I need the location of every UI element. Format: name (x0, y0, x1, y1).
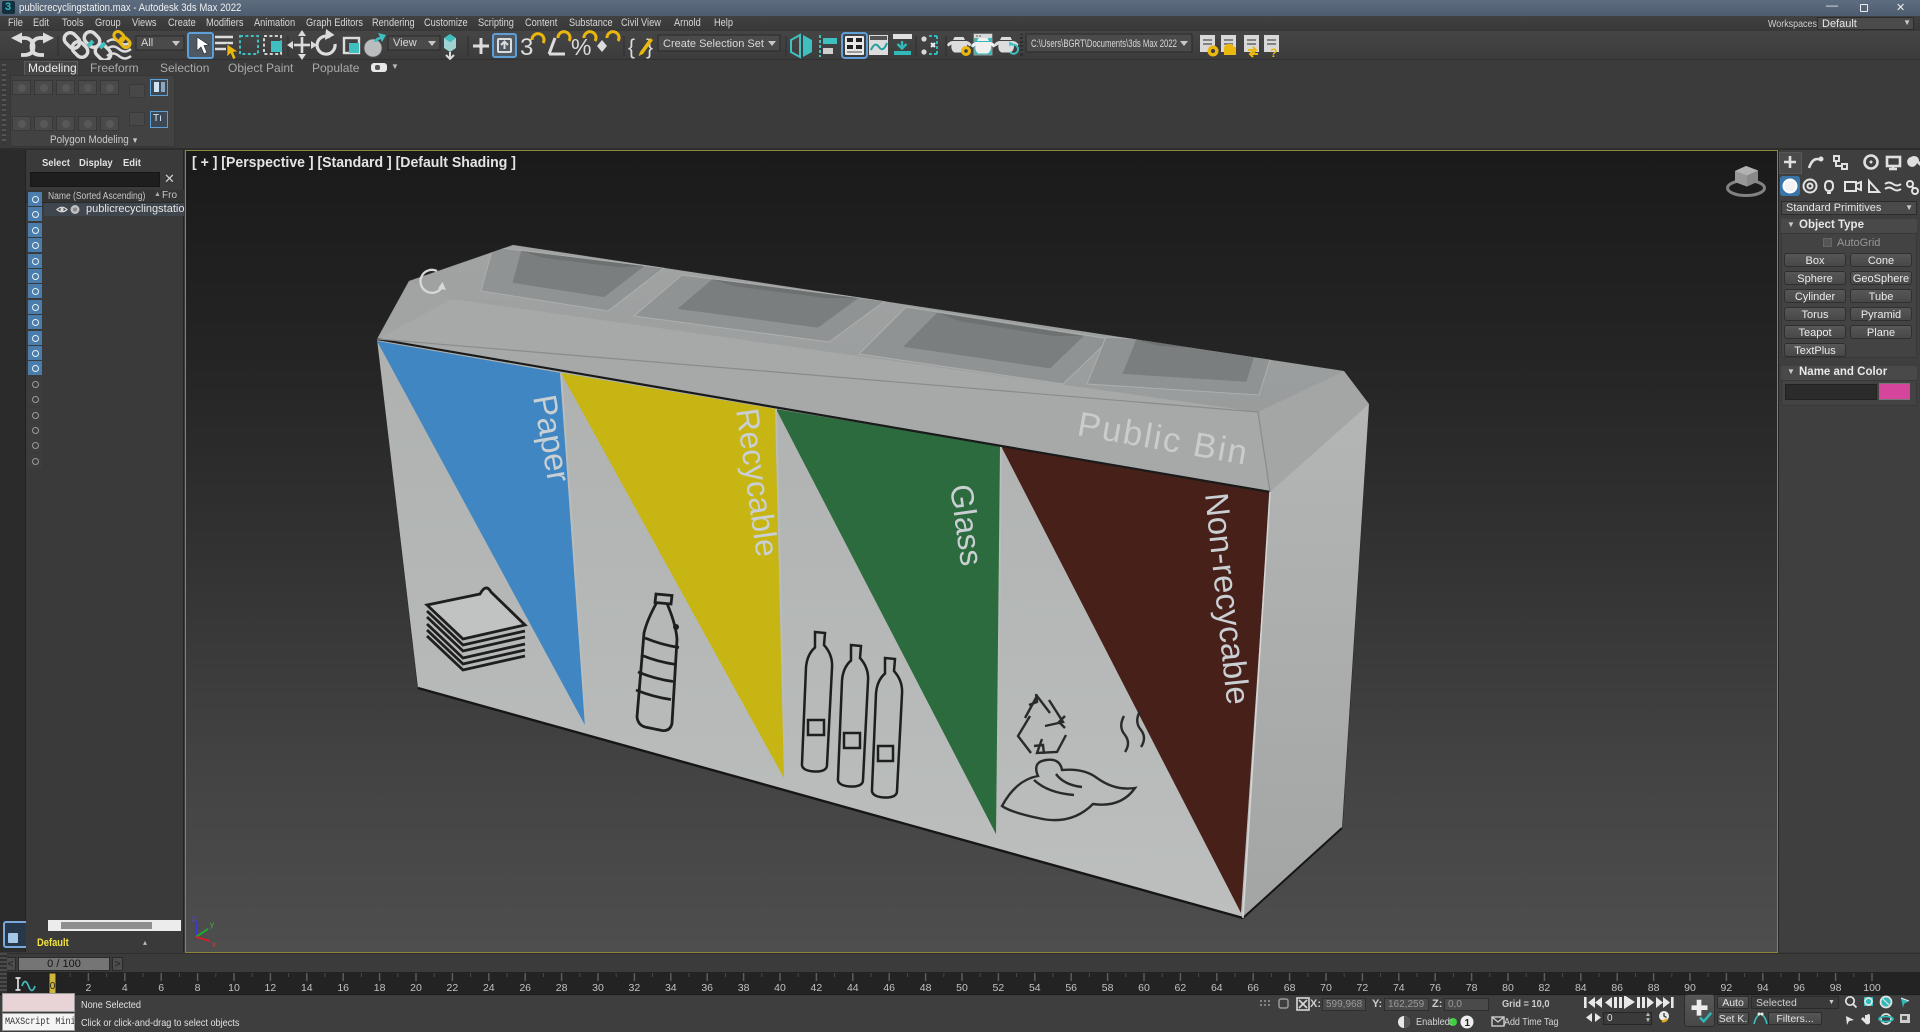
svg-text:26: 26 (519, 982, 531, 994)
svg-text:98: 98 (1830, 982, 1842, 994)
svg-text:74: 74 (1393, 982, 1405, 994)
svg-text:C:\Users\BGRT\Documents\3ds Ma: C:\Users\BGRT\Documents\3ds Max 2022 (1031, 38, 1177, 50)
svg-text:24: 24 (483, 982, 495, 994)
svg-text:94: 94 (1757, 982, 1769, 994)
svg-text:%: % (571, 34, 591, 60)
svg-text:80: 80 (1502, 982, 1514, 994)
svg-text:34: 34 (665, 982, 677, 994)
svg-text:52: 52 (993, 982, 1005, 994)
svg-text:56: 56 (1065, 982, 1077, 994)
svg-text:54: 54 (1029, 982, 1041, 994)
svg-text:40: 40 (774, 982, 786, 994)
svg-text:88: 88 (1648, 982, 1660, 994)
svg-text:76: 76 (1429, 982, 1441, 994)
svg-text:2: 2 (85, 982, 91, 994)
svg-text:42: 42 (811, 982, 823, 994)
svg-text:{: { (628, 36, 635, 59)
svg-text:60: 60 (1138, 982, 1150, 994)
svg-text:14: 14 (301, 982, 313, 994)
svg-text:Create Selection Set: Create Selection Set (663, 38, 764, 50)
svg-text:64: 64 (1211, 982, 1223, 994)
svg-text:96: 96 (1793, 982, 1805, 994)
svg-text:46: 46 (883, 982, 895, 994)
svg-text:68: 68 (1284, 982, 1296, 994)
svg-text:44: 44 (847, 982, 859, 994)
svg-text:12: 12 (265, 982, 277, 994)
svg-text:90: 90 (1684, 982, 1696, 994)
svg-text:All: All (141, 37, 153, 49)
svg-text:70: 70 (1320, 982, 1332, 994)
svg-text:72: 72 (1357, 982, 1369, 994)
svg-text:50: 50 (956, 982, 968, 994)
svg-text:38: 38 (738, 982, 750, 994)
svg-text:48: 48 (920, 982, 932, 994)
svg-text:6: 6 (158, 982, 164, 994)
svg-text:0: 0 (50, 981, 56, 992)
svg-text:18: 18 (374, 982, 386, 994)
svg-text:58: 58 (1102, 982, 1114, 994)
svg-text:20: 20 (410, 982, 422, 994)
svg-text:66: 66 (1247, 982, 1259, 994)
svg-text:86: 86 (1611, 982, 1623, 994)
svg-text:16: 16 (337, 982, 349, 994)
svg-text:22: 22 (447, 982, 459, 994)
svg-text:10: 10 (228, 982, 240, 994)
svg-text:82: 82 (1539, 982, 1551, 994)
svg-text:84: 84 (1575, 982, 1587, 994)
svg-text:62: 62 (1175, 982, 1187, 994)
svg-text:28: 28 (556, 982, 568, 994)
svg-text:92: 92 (1721, 982, 1733, 994)
svg-text:4: 4 (122, 982, 128, 994)
svg-text:?: ? (1270, 46, 1277, 60)
svg-text:78: 78 (1466, 982, 1478, 994)
svg-text:36: 36 (701, 982, 713, 994)
svg-text:View: View (393, 37, 417, 49)
svg-text:30: 30 (592, 982, 604, 994)
svg-text:100: 100 (1863, 982, 1881, 994)
svg-text:32: 32 (629, 982, 641, 994)
svg-text:8: 8 (195, 982, 201, 994)
